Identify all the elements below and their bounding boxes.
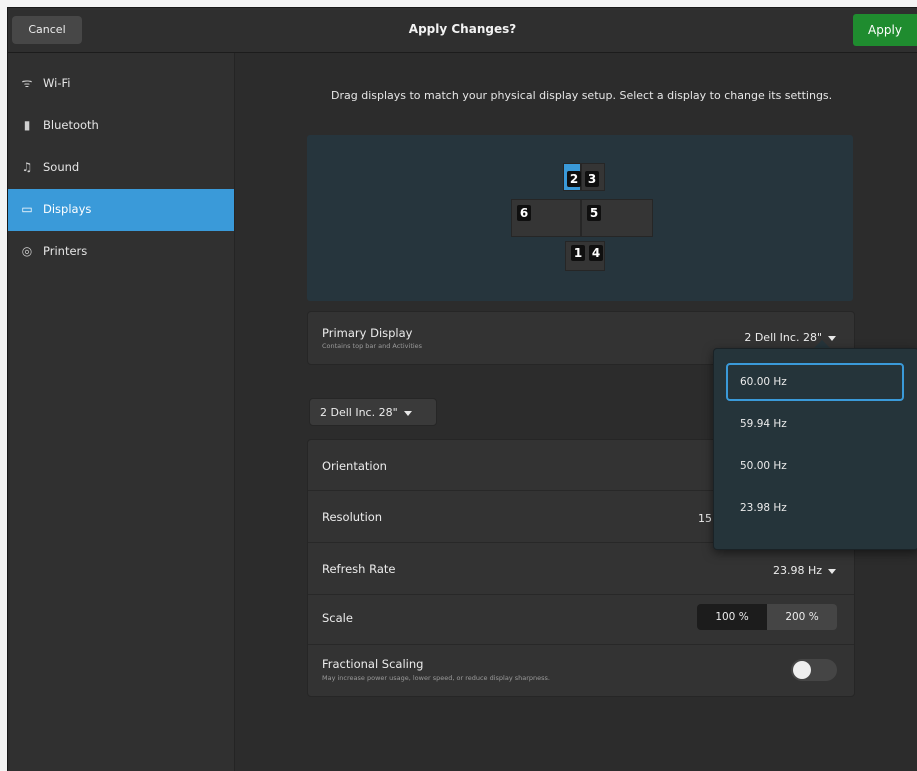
orientation-label: Orientation	[322, 459, 387, 473]
sidebar-item-label: Printers	[43, 244, 88, 258]
monitor-1-badge: 1	[571, 245, 585, 261]
resolution-value[interactable]: 15	[698, 512, 712, 525]
primary-display-label: Primary Display	[322, 326, 413, 340]
refresh-rate-dropdown[interactable]: 23.98 Hz	[773, 564, 836, 577]
bluetooth-icon: ▮	[23, 118, 31, 132]
fractional-scaling-sublabel: May increase power usage, lower speed, o…	[322, 674, 550, 682]
printer-icon: ◎	[21, 244, 33, 258]
refresh-rate-label: Refresh Rate	[322, 562, 396, 576]
sidebar-item-wifi[interactable]: ᯤ Wi-Fi	[8, 63, 234, 105]
chevron-down-icon	[403, 410, 412, 416]
sidebar-item-label: Wi-Fi	[43, 76, 71, 90]
monitor-4-badge: 4	[589, 245, 603, 261]
fractional-scaling-label: Fractional Scaling	[322, 657, 424, 671]
popover-arrow	[814, 340, 830, 348]
arrangement-instructions: Drag displays to match your physical dis…	[331, 89, 833, 102]
refresh-option-23-98[interactable]: 23.98 Hz	[726, 489, 904, 527]
scale-200-button[interactable]: 200 %	[767, 604, 837, 630]
sidebar-item-label: Displays	[43, 202, 92, 216]
monitor-5-badge: 5	[587, 205, 601, 221]
header-bar: Cancel Apply Changes? Apply	[8, 8, 917, 53]
divider	[308, 644, 854, 645]
settings-window: Cancel Apply Changes? Apply ᯤ Wi-Fi ▮ Bl…	[8, 8, 917, 771]
dialog-title: Apply Changes?	[408, 22, 517, 36]
refresh-option-50[interactable]: 50.00 Hz	[726, 447, 904, 485]
scale-toggle-group: 100 % 200 %	[697, 604, 837, 630]
display-icon: ▭	[21, 202, 33, 216]
display-arrangement: 2 3 6 5 1 4	[307, 135, 853, 301]
chevron-down-icon	[828, 568, 836, 574]
scale-label: Scale	[322, 611, 353, 625]
sidebar-item-printers[interactable]: ◎ Printers	[8, 231, 234, 273]
fractional-scaling-switch[interactable]	[791, 659, 837, 681]
monitor-3-badge: 3	[585, 171, 599, 187]
scale-100-button[interactable]: 100 %	[697, 604, 767, 630]
sidebar-item-sound[interactable]: ♫ Sound	[8, 147, 234, 189]
sidebar-item-label: Sound	[43, 160, 80, 174]
music-note-icon: ♫	[21, 160, 33, 174]
resolution-label: Resolution	[322, 510, 383, 524]
sidebar-item-label: Bluetooth	[43, 118, 99, 132]
primary-display-sublabel: Contains top bar and Activities	[322, 342, 423, 350]
monitor-2-badge: 2	[567, 171, 581, 187]
wifi-icon: ᯤ	[21, 76, 33, 90]
refresh-option-59-94[interactable]: 59.94 Hz	[726, 405, 904, 443]
monitor-6-badge: 6	[517, 205, 531, 221]
refresh-option-60[interactable]: 60.00 Hz	[726, 363, 904, 401]
sidebar-item-bluetooth[interactable]: ▮ Bluetooth	[8, 105, 234, 147]
apply-button[interactable]: Apply	[853, 14, 917, 46]
sidebar: ᯤ Wi-Fi ▮ Bluetooth ♫ Sound ▭ Displays ◎…	[8, 53, 235, 771]
switch-knob	[793, 661, 811, 679]
monitor-selector-button[interactable]: 2 Dell Inc. 28"	[309, 398, 437, 426]
sidebar-item-displays[interactable]: ▭ Displays	[8, 189, 234, 231]
refresh-rate-popover: 60.00 Hz 59.94 Hz 50.00 Hz 23.98 Hz	[713, 348, 917, 550]
divider	[308, 594, 854, 595]
